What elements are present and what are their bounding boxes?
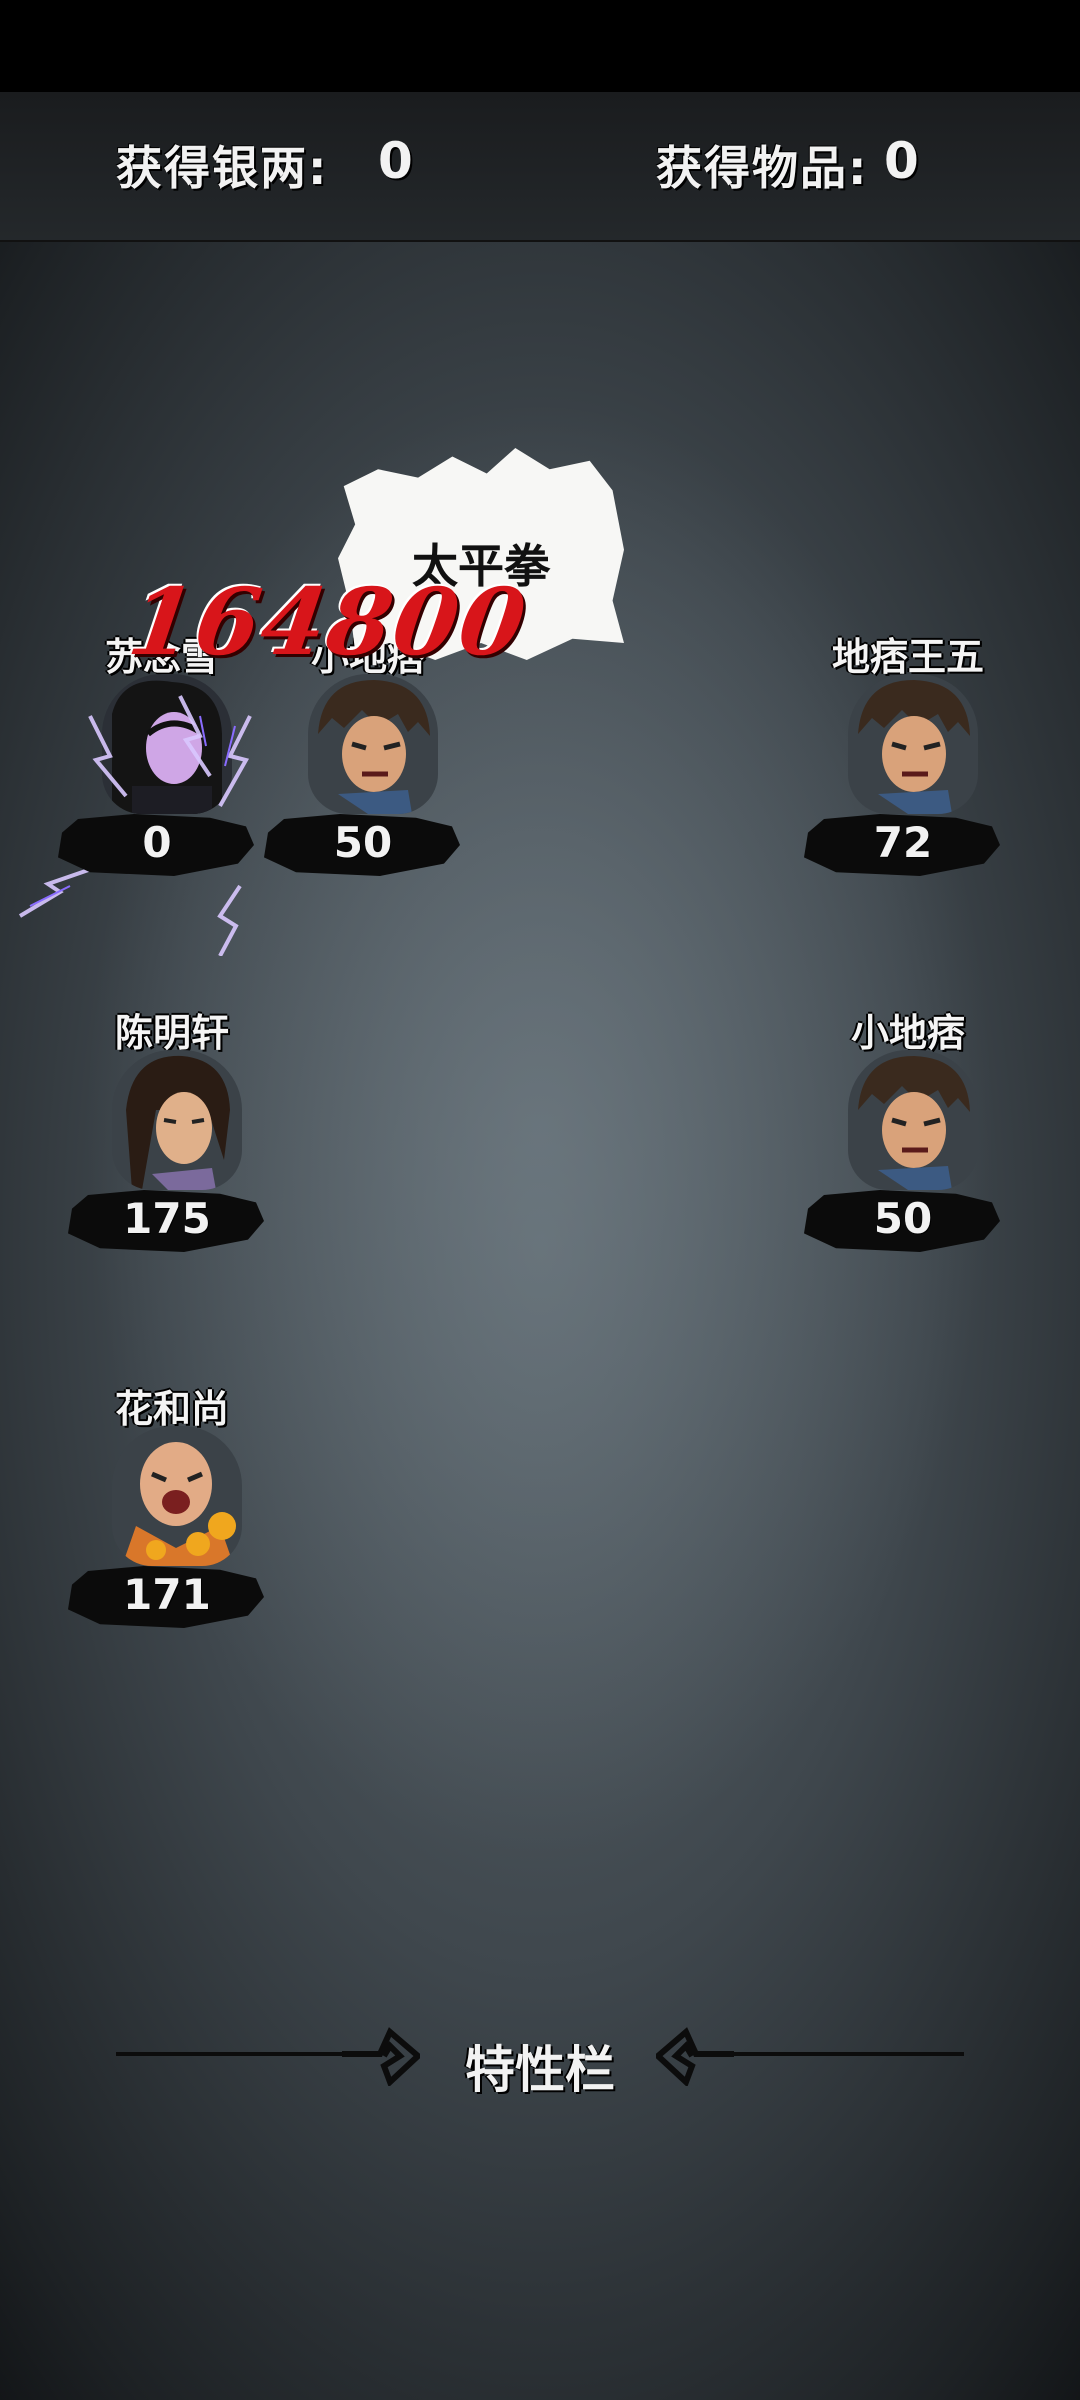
traits-section-title[interactable]: 特性栏 — [440, 2030, 640, 2102]
character-name: 花和尚 — [114, 1387, 229, 1431]
thug-portrait — [848, 674, 978, 814]
monk-portrait — [112, 1426, 242, 1566]
enemy-card-3[interactable]: 小地痞 50 — [804, 1002, 1008, 1262]
enemy-card-2[interactable]: 地痞王五 72 — [804, 626, 1008, 886]
items-value: 0 — [884, 132, 919, 190]
ornament-right-icon — [656, 2027, 734, 2086]
hp-value: 175 — [123, 1194, 211, 1243]
hp-value: 171 — [123, 1570, 211, 1619]
thug-portrait — [848, 1050, 978, 1190]
character-name: 陈明轩 — [114, 1011, 229, 1055]
divider-line-left — [116, 2052, 362, 2056]
silver-value: 0 — [378, 132, 413, 190]
ally-card-3[interactable]: 花和尚 171 — [68, 1378, 272, 1638]
items-label: 获得物品: — [656, 141, 869, 195]
ally-card-2[interactable]: 陈明轩 175 — [68, 1002, 272, 1262]
ornament-left-icon — [342, 2027, 420, 2086]
hp-value: 0 — [142, 818, 172, 867]
silver-label: 获得银两: — [116, 141, 329, 195]
swordsman-portrait — [112, 1050, 242, 1190]
status-bar — [0, 0, 1080, 92]
divider-line-right — [718, 2052, 964, 2056]
lightning-effect — [18, 695, 252, 956]
character-name: 地痞王五 — [831, 635, 984, 679]
hp-value: 50 — [333, 818, 393, 867]
damage-number: 164800 — [122, 568, 534, 676]
hp-value: 72 — [873, 818, 933, 867]
hp-value: 50 — [873, 1194, 933, 1243]
thug-portrait — [308, 674, 438, 814]
character-name: 小地痞 — [850, 1011, 965, 1055]
